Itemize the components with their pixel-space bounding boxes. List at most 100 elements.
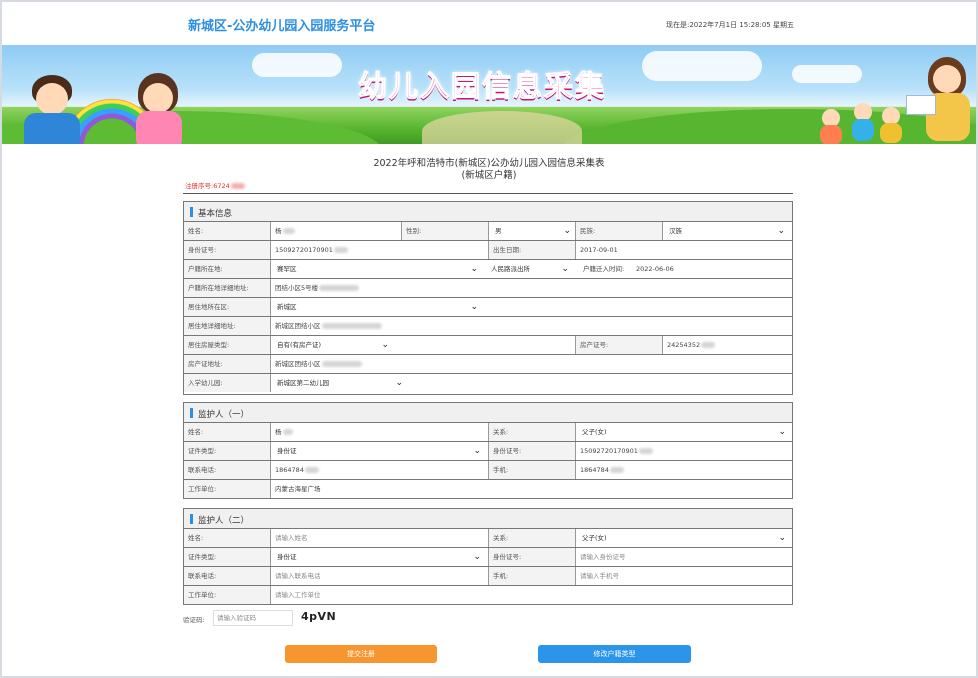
chevron-down-icon: ⌄ — [777, 226, 785, 236]
chevron-down-icon: ⌄ — [470, 264, 478, 274]
captcha-image[interactable]: 4pVN — [301, 610, 336, 623]
child-name-input[interactable]: 杨 — [271, 222, 402, 240]
kid-body — [852, 119, 874, 141]
gender-label: 性别: — [402, 222, 489, 240]
hukou-district-select[interactable]: 赛罕区 ⌄ — [275, 263, 478, 276]
g2-phone-label: 联系电话: — [184, 567, 271, 585]
guardian1-section: 监护人（一） 姓名: 杨 关系: 父子(女) ⌄ 证件类型: 身份证 ⌄ 身份证号:… — [183, 402, 793, 499]
chevron-down-icon: ⌄ — [563, 226, 571, 236]
live-district-field: 新城区 ⌄ — [271, 298, 794, 316]
cert-no-input[interactable]: 24254352 — [663, 336, 794, 354]
row-hukou: 户籍所在地: 赛罕区 ⌄ 人民路派出所 ⌄ 户籍迁入时间: 2022-06-06 — [184, 260, 792, 279]
banner: 幼儿入园信息采集 — [2, 45, 976, 144]
chevron-down-icon: ⌄ — [778, 427, 786, 437]
g1-relation-select[interactable]: 父子(女) ⌄ — [580, 426, 786, 439]
kindergarten-select[interactable]: 新城区第二幼儿园 ⌄ — [275, 377, 403, 390]
name-label: 姓名: — [184, 222, 271, 240]
g2-id-input[interactable]: 请输入身份证号 — [576, 548, 794, 566]
hukou-address-label: 户籍所在地详细地址: — [184, 279, 271, 297]
cloud-decoration — [642, 51, 762, 81]
captcha-label: 验证码: — [183, 616, 205, 624]
gender-select[interactable]: 男 ⌄ — [489, 222, 576, 240]
birth-date-field[interactable]: 2017-09-01 — [576, 241, 794, 259]
path-decoration — [422, 111, 582, 144]
house-type-label: 居住房屋类型: — [184, 336, 271, 354]
g2-phone-input[interactable]: 请输入联系电话 — [271, 567, 489, 585]
girl-face — [143, 83, 173, 113]
section-title: 监护人（二） — [198, 516, 250, 526]
g1-phone-label: 联系电话: — [184, 461, 271, 479]
g2-relation-select[interactable]: 父子(女) ⌄ — [580, 532, 786, 545]
section-title: 基本信息 — [198, 209, 233, 219]
g2-name-label: 姓名: — [184, 529, 271, 547]
submit-button[interactable]: 提交注册 — [285, 645, 437, 663]
hukou-time-field[interactable]: 2022-06-06 — [636, 260, 674, 278]
live-district-label: 居住地所在区: — [184, 298, 271, 316]
basic-info-header: 基本信息 — [184, 202, 792, 222]
chevron-down-icon: ⌄ — [561, 264, 569, 274]
child-id-input[interactable]: 15092720170901 — [271, 241, 489, 259]
row-g1-doc: 证件类型: 身份证 ⌄ 身份证号: 15092720170901 — [184, 442, 792, 461]
hukou-fields: 赛罕区 ⌄ 人民路派出所 ⌄ 户籍迁入时间: 2022-06-06 — [271, 260, 794, 278]
picture-card-illustration — [906, 95, 936, 115]
live-address-label: 居住地详细地址: — [184, 317, 271, 335]
row-house-type: 居住房屋类型: 自有(有房产证) ⌄ 房产证号: 24254352 — [184, 336, 792, 355]
live-address-input[interactable]: 新城区团结小区 — [271, 317, 794, 335]
row-hukou-address: 户籍所在地详细地址: 团结小区5号楼 — [184, 279, 792, 298]
current-time: 现在是:2022年7月1日 15:28:05 星期五 — [666, 21, 794, 29]
g1-name-label: 姓名: — [184, 423, 271, 441]
house-type-select[interactable]: 自有(有房产证) ⌄ — [275, 339, 389, 352]
g1-work-label: 工作单位: — [184, 480, 271, 498]
g1-id-input[interactable]: 15092720170901 — [576, 442, 794, 460]
g2-name-input[interactable]: 请输入姓名 — [271, 529, 489, 547]
house-type-field: 自有(有房产证) ⌄ — [271, 336, 576, 354]
g2-mobile-input[interactable]: 请输入手机号 — [576, 567, 794, 585]
serial-number: 注册序号:6724 — [185, 180, 245, 190]
hukou-police-select[interactable]: 人民路派出所 ⌄ — [489, 263, 569, 276]
g2-work-input[interactable]: 请输入工作单位 — [271, 586, 794, 604]
g2-relation-field: 父子(女) ⌄ — [576, 529, 794, 547]
row-g1-name: 姓名: 杨 关系: 父子(女) ⌄ — [184, 423, 792, 442]
g1-doc-type-label: 证件类型: — [184, 442, 271, 460]
section-marker — [190, 408, 193, 418]
section-title: 监护人（一） — [198, 410, 250, 420]
row-kindergarten: 入学幼儿园: 新城区第二幼儿园 ⌄ — [184, 374, 792, 393]
g1-work-input[interactable]: 内蒙古海星广场 — [271, 480, 794, 498]
kindergarten-field: 新城区第二幼儿园 ⌄ — [271, 374, 794, 392]
row-g2-work: 工作单位: 请输入工作单位 — [184, 586, 792, 605]
chevron-down-icon: ⌄ — [778, 533, 786, 543]
chevron-down-icon: ⌄ — [473, 552, 481, 562]
id-label: 身份证号: — [184, 241, 271, 259]
cert-address-input[interactable]: 新城区团结小区 — [271, 355, 794, 373]
hukou-label: 户籍所在地: — [184, 260, 271, 278]
g1-mobile-input[interactable]: 1864784 — [576, 461, 794, 479]
kindergarten-label: 入学幼儿园: — [184, 374, 271, 392]
row-live-address: 居住地详细地址: 新城区团结小区 — [184, 317, 792, 336]
row-name-gender-ethnic: 姓名: 杨 性别: 男 ⌄ 民族: 汉族 ⌄ — [184, 222, 792, 241]
g1-relation-label: 关系: — [489, 423, 576, 441]
live-district-select[interactable]: 新城区 ⌄ — [275, 301, 478, 314]
site-title[interactable]: 新城区-公办幼儿园入园服务平台 — [188, 15, 375, 34]
row-g1-phone: 联系电话: 1864784 手机: 1864784 — [184, 461, 792, 480]
g1-name-input[interactable]: 杨 — [271, 423, 489, 441]
change-hukou-type-button[interactable]: 修改户籍类型 — [538, 645, 691, 663]
cert-address-label: 房产证地址: — [184, 355, 271, 373]
birth-label: 出生日期: — [489, 241, 576, 259]
chevron-down-icon: ⌄ — [395, 378, 403, 388]
top-bar: 新城区-公办幼儿园入园服务平台 现在是:2022年7月1日 15:28:05 星… — [2, 2, 976, 45]
chevron-down-icon: ⌄ — [470, 302, 478, 312]
g1-relation-field: 父子(女) ⌄ — [576, 423, 794, 441]
g2-doc-type-field: 身份证 ⌄ — [271, 548, 489, 566]
g1-doc-type-select[interactable]: 身份证 ⌄ — [275, 445, 481, 458]
kid-body — [820, 125, 842, 144]
ethnic-select[interactable]: 汉族 ⌄ — [663, 222, 794, 240]
hukou-address-input[interactable]: 团结小区5号楼 — [271, 279, 794, 297]
boy-face — [36, 83, 68, 115]
section-marker — [190, 207, 193, 217]
chevron-down-icon: ⌄ — [473, 446, 481, 456]
row-g2-doc: 证件类型: 身份证 ⌄ 身份证号: 请输入身份证号 — [184, 548, 792, 567]
captcha-input[interactable]: 请输入验证码 — [213, 610, 293, 626]
g2-doc-type-select[interactable]: 身份证 ⌄ — [275, 551, 481, 564]
g1-phone-input[interactable]: 1864784 — [271, 461, 489, 479]
girl-body — [136, 111, 182, 144]
